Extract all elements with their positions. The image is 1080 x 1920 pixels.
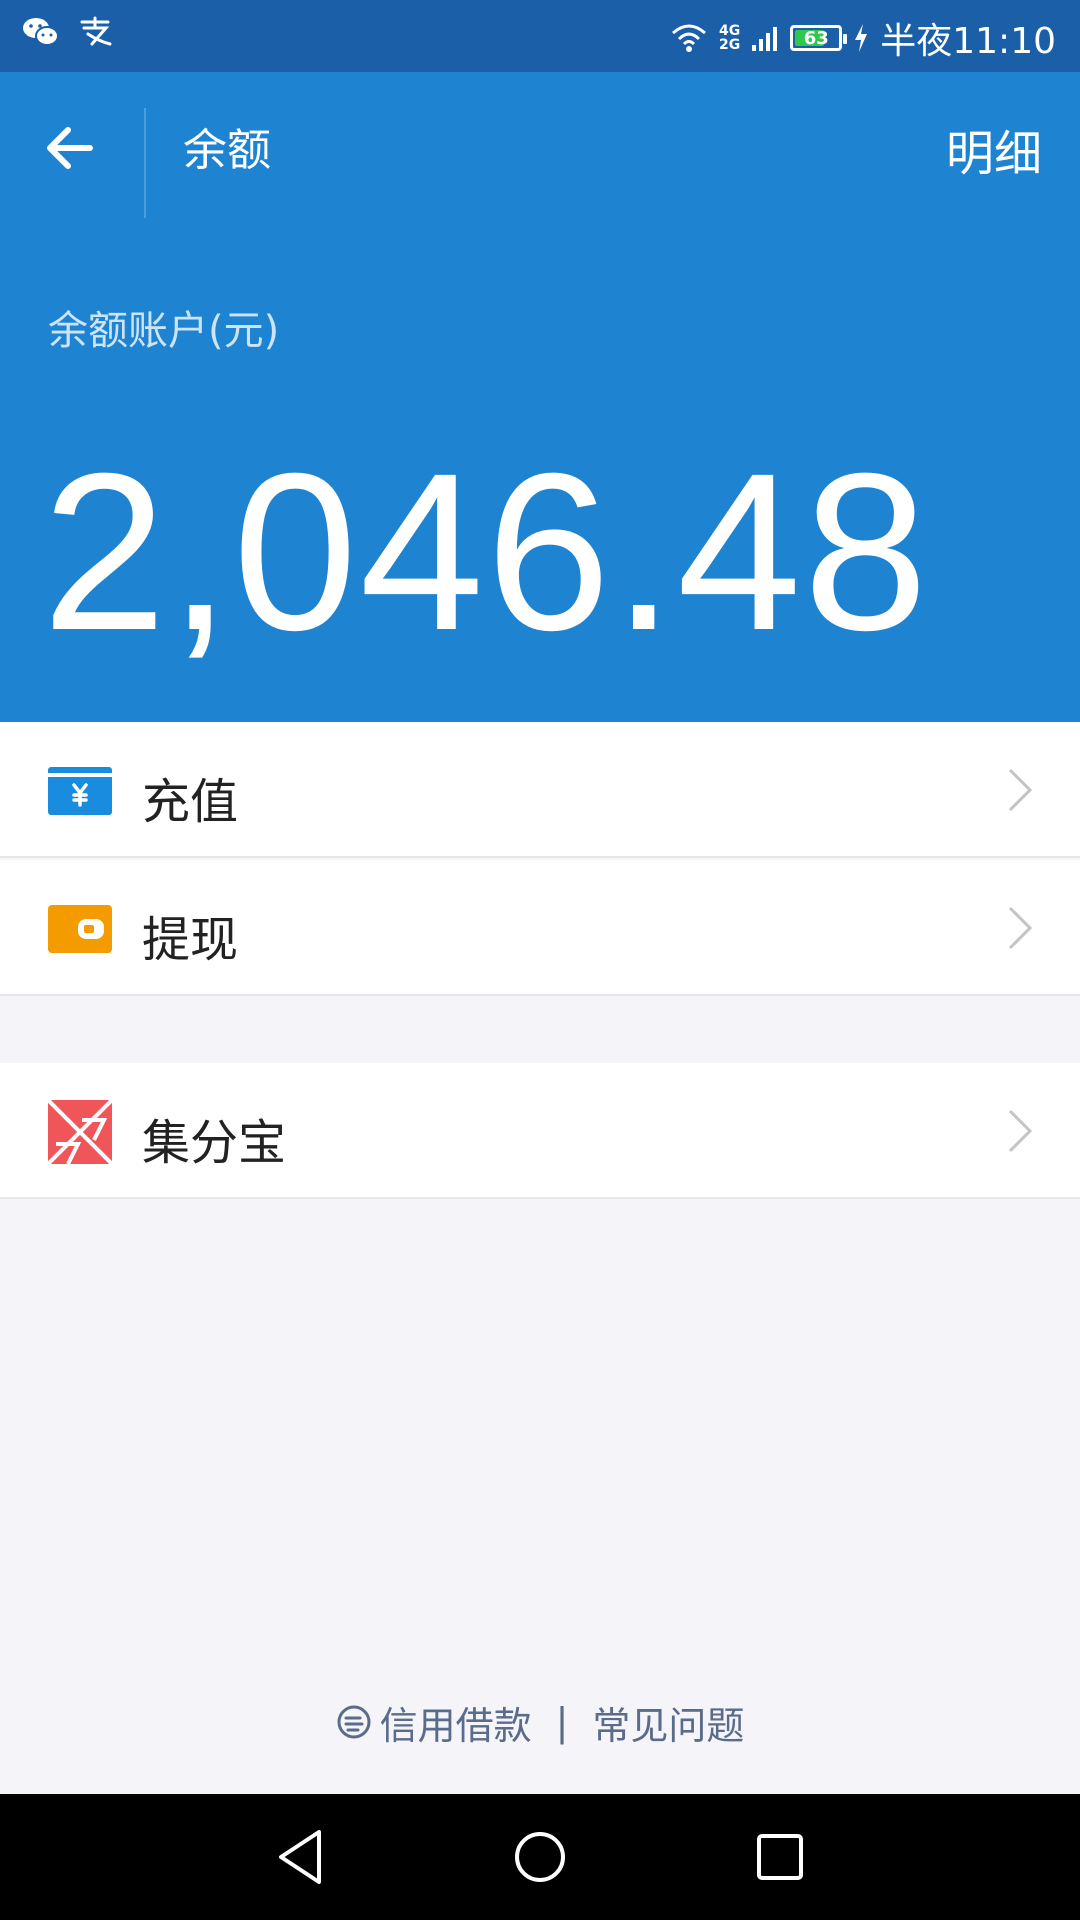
status-bar: 4G 2G 63 半夜11:10	[0, 0, 1080, 72]
battery-icon: 63	[790, 25, 848, 51]
page-title: 余额	[183, 125, 271, 176]
wechat-icon	[23, 18, 59, 46]
header-divider	[144, 108, 146, 218]
credit-loan-icon	[337, 1705, 371, 1739]
navigation-bar	[0, 1794, 1080, 1920]
chevron-right-icon	[1008, 906, 1033, 950]
detail-button[interactable]: 明细	[946, 114, 1042, 184]
withdraw-row[interactable]: 提现	[0, 860, 1080, 996]
wifi-icon	[672, 24, 707, 52]
back-arrow-icon[interactable]	[40, 116, 104, 180]
withdraw-icon	[48, 905, 112, 953]
status-bar-left	[22, 16, 112, 48]
recharge-row[interactable]: 充值	[0, 722, 1080, 858]
faq-link[interactable]: 常见问题	[592, 1695, 744, 1750]
charging-icon	[855, 24, 868, 52]
jifenbao-row[interactable]: 集分宝	[0, 1063, 1080, 1199]
alipay-icon	[80, 16, 112, 46]
balance-header: 余额 明细 余额账户(元) 2,046.48	[0, 72, 1080, 722]
status-bar-right: 4G 2G 63 半夜11:10	[671, 12, 1056, 64]
recharge-label: 充值	[142, 774, 239, 830]
back-nav-icon[interactable]	[267, 1824, 333, 1890]
balance-label: 余额账户(元)	[48, 308, 280, 354]
status-time: 半夜11:10	[880, 21, 1056, 62]
footer-links: 信用借款 | 常见问题	[0, 1694, 1080, 1750]
recharge-icon	[48, 767, 112, 815]
battery-level: 63	[803, 27, 829, 49]
network-type: 4G 2G	[719, 24, 740, 52]
footer-separator: |	[555, 1700, 569, 1744]
network-bottom-label: 2G	[719, 37, 741, 53]
recents-nav-icon[interactable]	[747, 1824, 813, 1890]
chevron-right-icon	[1008, 768, 1033, 812]
balance-amount: 2,046.48	[42, 427, 930, 677]
signal-icon	[752, 27, 778, 51]
jifenbao-icon	[48, 1100, 112, 1164]
credit-loan-label: 信用借款	[379, 1703, 532, 1748]
home-nav-icon[interactable]	[507, 1824, 573, 1890]
credit-loan-link[interactable]: 信用借款	[336, 1695, 532, 1750]
withdraw-label: 提现	[142, 912, 239, 968]
network-top-label: 4G	[719, 23, 741, 39]
jifenbao-label: 集分宝	[142, 1115, 287, 1171]
chevron-right-icon	[1008, 1109, 1033, 1153]
